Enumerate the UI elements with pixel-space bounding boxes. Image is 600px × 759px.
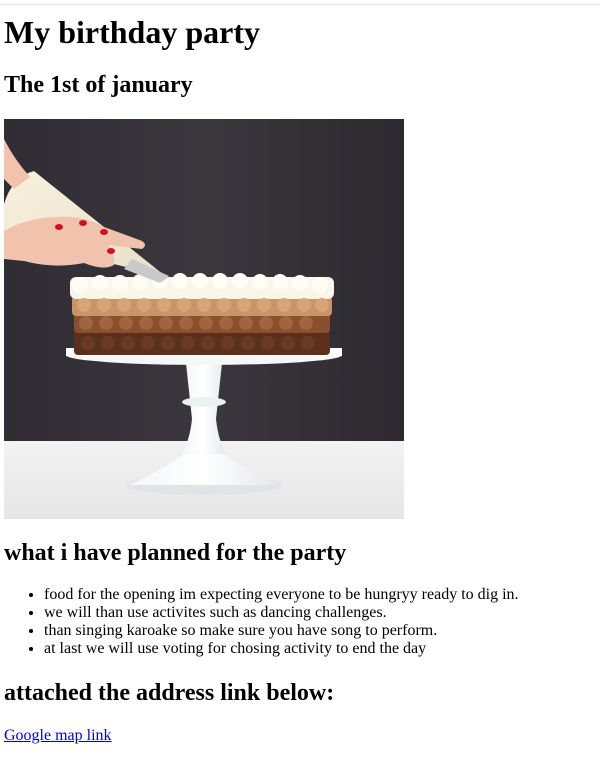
browser-top-divider <box>0 4 600 5</box>
list-item: at last we will use voting for chosing a… <box>44 640 519 658</box>
cake-photo <box>4 119 404 519</box>
google-map-link[interactable]: Google map link <box>4 727 112 745</box>
list-item: we will than use activites such as danci… <box>44 604 519 622</box>
address-heading: attached the address link below: <box>4 680 335 706</box>
plans-list: food for the opening im expecting everyo… <box>4 586 519 658</box>
list-item: than singing karoake so make sure you ha… <box>44 622 519 640</box>
party-date: The 1st of january <box>4 72 193 98</box>
page-title: My birthday party <box>4 14 260 50</box>
plans-heading: what i have planned for the party <box>4 540 347 566</box>
list-item: food for the opening im expecting everyo… <box>44 586 519 604</box>
